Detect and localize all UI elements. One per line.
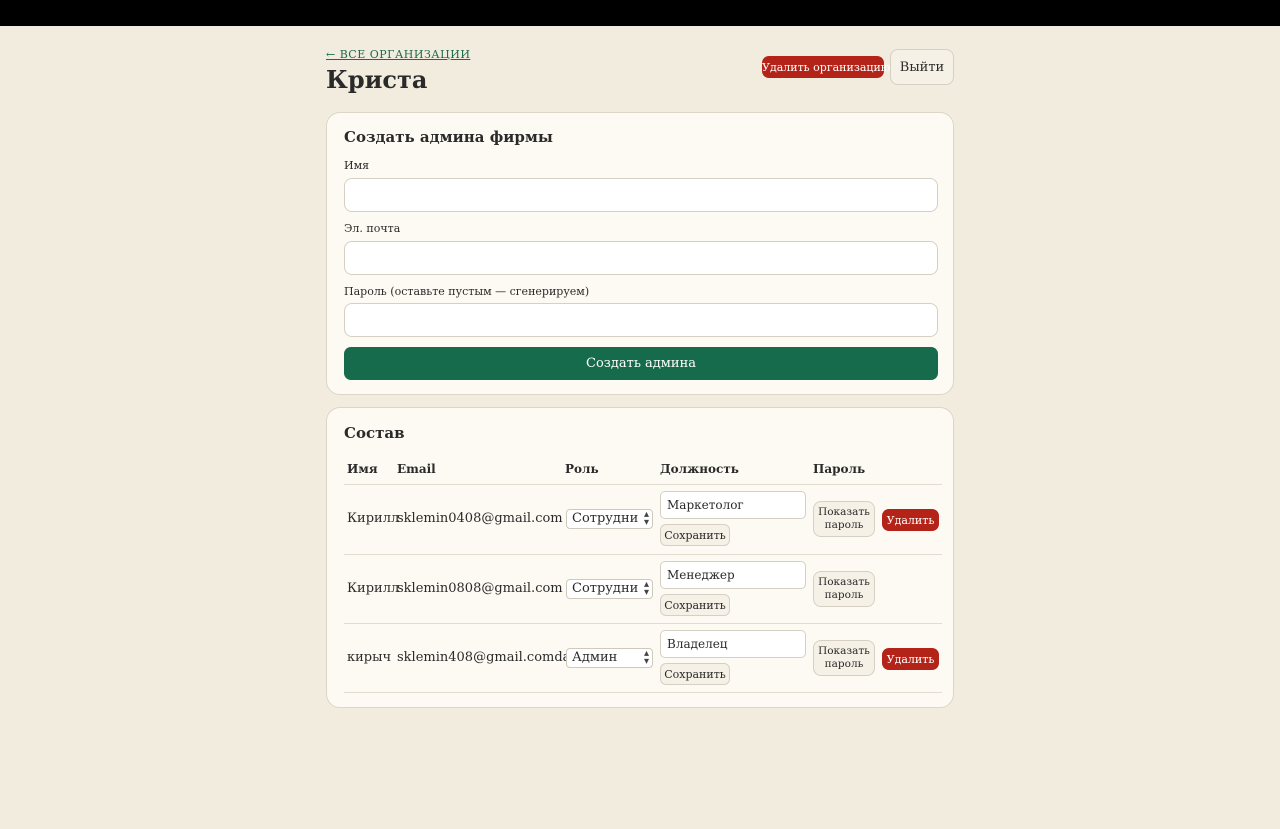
show-password-button[interactable]: Показать пароль bbox=[813, 571, 875, 607]
column-header-name: Имя bbox=[347, 462, 378, 476]
member-name: Кирилл bbox=[347, 511, 400, 526]
table-row: Кирилл sklemin0408@gmail.com Сотрудник ▴… bbox=[344, 485, 942, 554]
delete-member-button[interactable]: Удалить bbox=[882, 648, 939, 670]
password-input[interactable] bbox=[344, 303, 938, 337]
role-select[interactable]: Админ ▴ ▾ bbox=[566, 648, 653, 668]
delete-member-button[interactable]: Удалить bbox=[882, 509, 939, 531]
members-title: Состав bbox=[344, 424, 405, 442]
save-position-button[interactable]: Сохранить bbox=[660, 663, 730, 685]
table-row: кирыч sklemin408@gmail.comdadad Админ ▴ ▾… bbox=[344, 624, 942, 693]
show-password-label-line1: Показать bbox=[818, 506, 870, 518]
role-select-value: Админ bbox=[572, 650, 618, 665]
create-admin-title: Создать админа фирмы bbox=[344, 128, 553, 146]
role-select[interactable]: Сотрудник ▴▾ bbox=[566, 579, 653, 599]
table-row: Кирилл sklemin0808@gmail.com Сотрудник ▴… bbox=[344, 555, 942, 624]
show-password-button[interactable]: Показать пароль bbox=[813, 640, 875, 676]
logout-button[interactable]: Выйти bbox=[890, 49, 954, 85]
select-arrows-icon: ▴ ▾ bbox=[643, 509, 649, 528]
show-password-button[interactable]: Показать пароль bbox=[813, 501, 875, 537]
position-input[interactable] bbox=[660, 630, 806, 658]
save-position-button[interactable]: Сохранить bbox=[660, 594, 730, 616]
show-password-label-line1: Показать bbox=[818, 645, 870, 657]
role-select-value: Сотрудник bbox=[572, 581, 638, 596]
create-admin-button[interactable]: Создать админа bbox=[344, 347, 938, 380]
create-admin-card: Создать админа фирмы Имя Эл. почта Парол… bbox=[326, 112, 954, 395]
select-arrows-icon: ▴ ▾ bbox=[643, 579, 649, 598]
select-arrows-icon: ▴ ▾ bbox=[643, 648, 649, 667]
name-input[interactable] bbox=[344, 178, 938, 212]
name-label: Имя bbox=[344, 159, 370, 172]
email-input[interactable] bbox=[344, 241, 938, 275]
back-to-organizations-link[interactable]: ← ВСЕ ОРГАНИЗАЦИИ bbox=[326, 48, 470, 61]
role-select-value: Сотрудник bbox=[572, 511, 638, 526]
email-label: Эл. почта bbox=[344, 222, 401, 235]
show-password-label-line1: Показать bbox=[818, 576, 870, 588]
member-email: sklemin0808@gmail.com bbox=[397, 581, 563, 596]
show-password-label-line2: пароль bbox=[824, 519, 864, 531]
column-header-email: Email bbox=[397, 462, 436, 476]
show-password-label-line2: пароль bbox=[824, 658, 864, 670]
password-label: Пароль (оставьте пустым — сгенерируем) bbox=[344, 285, 590, 298]
delete-organization-button[interactable]: Удалить организацию bbox=[762, 56, 890, 78]
column-header-password: Пароль bbox=[813, 462, 866, 476]
save-position-button[interactable]: Сохранить bbox=[660, 524, 730, 546]
column-header-role: Роль bbox=[565, 462, 599, 476]
position-input[interactable] bbox=[660, 561, 806, 589]
role-select[interactable]: Сотрудник ▴▾ bbox=[566, 509, 653, 529]
column-header-position: Должность bbox=[660, 462, 739, 476]
member-name: Кирилл bbox=[347, 581, 400, 596]
position-input[interactable] bbox=[660, 491, 806, 519]
show-password-label-line2: пароль bbox=[824, 589, 864, 601]
members-card: Состав Имя Email Роль Должность Пароль К… bbox=[326, 407, 954, 708]
table-divider bbox=[344, 692, 942, 693]
page-title: Криста bbox=[326, 65, 428, 94]
member-name: кирыч bbox=[347, 650, 392, 665]
top-black-bar bbox=[0, 0, 1280, 26]
member-email: sklemin0408@gmail.com bbox=[397, 511, 563, 526]
